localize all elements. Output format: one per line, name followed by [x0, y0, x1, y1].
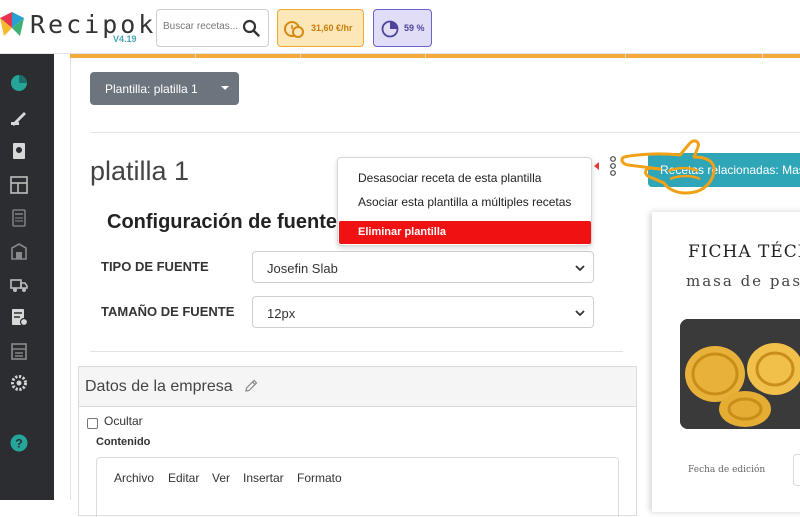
layout-icon[interactable] — [10, 176, 28, 194]
font-type-value: Josefin Slab — [267, 261, 338, 276]
delete-template-label: Eliminar plantilla — [358, 226, 447, 238]
warehouse-icon[interactable] — [10, 242, 28, 260]
store-icon[interactable] — [10, 342, 28, 360]
brush-icon[interactable] — [10, 108, 28, 126]
pie-chart-icon[interactable] — [10, 74, 28, 92]
font-type-select[interactable]: Josefin Slab — [252, 251, 594, 283]
cost-percentage-badge[interactable]: 59 % — [373, 9, 432, 47]
recipok-logo-icon[interactable] — [0, 10, 24, 40]
recipe-search[interactable] — [156, 9, 269, 47]
editor-menu-file[interactable]: Archivo — [114, 471, 154, 485]
editor-menu-view[interactable]: Ver — [212, 471, 230, 485]
cost-percentage-value: 59 % — [404, 23, 425, 33]
truck-icon[interactable] — [10, 275, 28, 293]
app-brand-name[interactable]: Recipok — [30, 10, 156, 39]
template-selector-dropdown[interactable]: Plantilla: platilla 1 — [90, 72, 239, 105]
help-icon[interactable]: ? — [10, 434, 28, 452]
chevron-down-icon — [575, 310, 585, 317]
kebab-menu-icon[interactable] — [609, 156, 617, 176]
rich-text-editor[interactable]: Archivo Editar Ver Insertar Formato — [96, 457, 619, 517]
search-icon[interactable] — [242, 19, 260, 37]
recipe-book-icon[interactable] — [10, 142, 28, 160]
template-selector-label: Plantilla: platilla 1 — [105, 82, 198, 96]
editor-menu-edit[interactable]: Editar — [168, 471, 199, 485]
font-size-label: TAMAÑO DE FUENTE — [101, 304, 235, 319]
template-name: platilla 1 — [90, 156, 190, 186]
settings-icon[interactable] — [10, 374, 28, 392]
company-card-header[interactable]: Datos de la empresa — [79, 367, 636, 407]
pointing-hand-icon — [620, 139, 716, 195]
chevron-down-icon — [575, 265, 585, 272]
edit-date-label: Fecha de edición — [688, 465, 766, 475]
menu-item-link-multiple-recipes[interactable]: Asociar esta plantilla a múltiples recet… — [358, 195, 571, 209]
divider — [90, 132, 800, 133]
content-edge — [70, 58, 71, 500]
recipe-sheet-preview: FICHA TÉCN masa de past Fecha de edición — [652, 212, 800, 512]
editor-menu-insert[interactable]: Insertar — [243, 471, 284, 485]
app-version: V4.19 — [113, 34, 137, 44]
top-header: Recipok V4.19 31,60 €/hr 59 % — [0, 0, 800, 54]
editor-menu-format[interactable]: Formato — [297, 471, 342, 485]
pie-chart-icon — [381, 20, 399, 38]
calculator-icon[interactable] — [10, 209, 28, 227]
preview-recipe-name: masa de past — [686, 272, 800, 290]
hide-checkbox-label[interactable]: Ocultar — [104, 414, 143, 428]
invoice-icon[interactable] — [10, 308, 28, 326]
labor-rate-value: 31,60 €/hr — [311, 23, 353, 33]
menu-pointer-caret — [594, 162, 599, 170]
preview-heading: FICHA TÉCN — [688, 242, 800, 262]
search-input[interactable] — [163, 21, 241, 32]
caret-down-icon — [221, 86, 229, 90]
font-size-value: 12px — [267, 306, 296, 321]
font-size-select[interactable]: 12px — [252, 296, 594, 328]
divider — [90, 351, 623, 352]
template-options-menu: Desasociar receta de esta plantilla Asoc… — [337, 157, 592, 246]
svg-text:?: ? — [15, 437, 22, 451]
pasta-image — [680, 319, 800, 429]
edit-date-field[interactable] — [793, 454, 800, 486]
recipe-photo — [680, 319, 800, 429]
coins-clock-icon — [284, 21, 304, 38]
font-config-title: Configuración de fuente — [107, 211, 337, 233]
company-data-card: Datos de la empresa Ocultar Contenido Ar… — [78, 366, 637, 517]
content-label: Contenido — [96, 436, 151, 448]
menu-item-unlink-recipe[interactable]: Desasociar receta de esta plantilla — [358, 171, 541, 185]
company-card-title: Datos de la empresa — [85, 378, 233, 395]
menu-item-delete-template[interactable]: Eliminar plantilla — [339, 221, 591, 244]
font-type-label: TIPO DE FUENTE — [101, 259, 209, 274]
pencil-icon[interactable] — [244, 379, 258, 393]
hide-checkbox[interactable] — [87, 418, 98, 429]
sidebar: ? — [0, 54, 54, 500]
labor-rate-badge[interactable]: 31,60 €/hr — [277, 9, 364, 47]
